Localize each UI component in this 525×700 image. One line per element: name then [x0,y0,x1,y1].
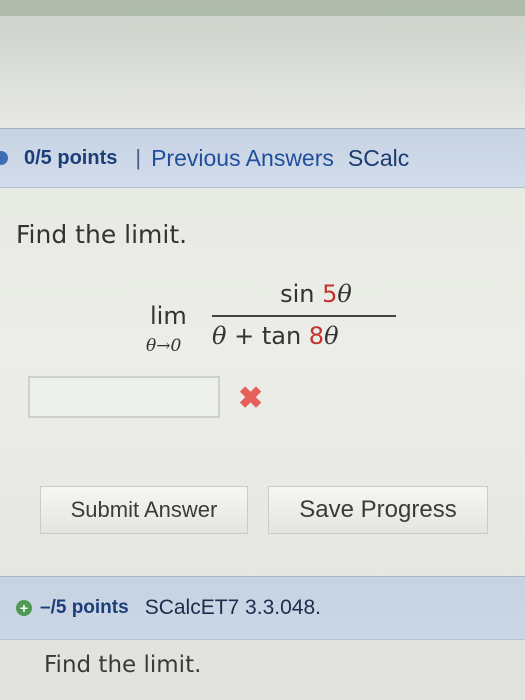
question-2-course-code: SCalcET7 3.3.048. [144,596,321,619]
numerator-variable: θ [337,280,352,308]
question-2-header: + –/5 points SCalcET7 3.3.048. [0,576,525,640]
save-progress-button[interactable]: Save Progress [268,486,488,534]
fraction-numerator: sin 5θ [236,280,396,308]
limit-operator: lim [150,302,187,330]
fraction-bar [212,315,396,317]
limit-subscript: θ→0 [146,336,182,356]
header-separator: | [135,145,142,170]
denominator-coefficient: 8 [308,322,325,350]
fraction-denominator: θ + tan 8θ [212,322,412,350]
limit-expression: lim θ→0 sin 5θ θ + tan 8θ [146,280,430,360]
question-1-points: 0/5 points [24,146,118,169]
previous-answers-link[interactable]: Previous Answers [151,145,334,172]
expand-plus-icon[interactable]: + [16,600,32,616]
question-2-points: –/5 points [40,597,129,618]
denominator-plus-tan: + tan [226,322,309,350]
incorrect-icon: ✖ [238,382,264,415]
numerator-function: sin [280,280,323,308]
top-area [0,16,525,126]
denominator-variable: θ [212,322,227,350]
answer-input[interactable] [28,376,220,418]
question-2-prompt: Find the limit. [44,652,202,678]
submit-answer-button[interactable]: Submit Answer [40,486,248,534]
question-1-header: 0/5 points | Previous Answers SCalc [0,128,525,188]
denominator-variable-2: θ [324,322,339,350]
question-bullet-icon [0,151,8,165]
top-strip [0,0,525,16]
question-1-course-code: SCalc [347,144,410,171]
numerator-coefficient: 5 [322,280,338,308]
question-1-prompt: Find the limit. [16,220,188,249]
